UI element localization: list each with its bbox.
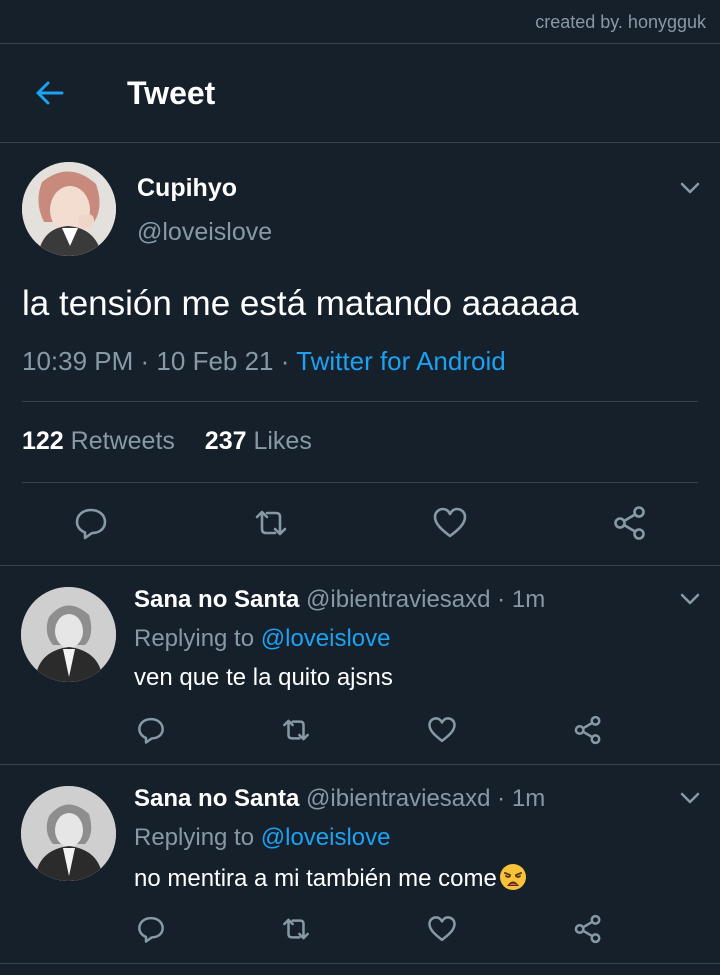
chevron-down-icon[interactable] [680, 181, 700, 195]
tweet-meta: 10:39 PM · 10 Feb 21 · Twitter for Andro… [22, 346, 506, 377]
mention-link[interactable]: @loveislove [261, 824, 391, 851]
retweet-label: Retweets [70, 427, 175, 455]
reply-text-content: no mentira a mi también me come [134, 865, 497, 892]
tweet-stats: 122 Retweets 237 Likes [22, 427, 312, 456]
reply-text: no mentira a mi también me come [134, 863, 527, 893]
reply-author-handle[interactable]: @ibientraviesaxd [306, 785, 490, 812]
avatar[interactable] [21, 786, 116, 881]
replying-to-label: Replying to [134, 625, 255, 652]
page-title: Tweet [127, 75, 216, 111]
heart-icon[interactable] [427, 715, 457, 745]
replying-to-label: Replying to [134, 824, 255, 851]
retweets-stat[interactable]: 122 Retweets [22, 427, 175, 455]
reply-icon[interactable] [136, 715, 166, 745]
reply-header: Sana no Santa @ibientraviesaxd · 1m [134, 586, 545, 614]
avatar[interactable] [22, 162, 116, 256]
credit-text: created by. honygguk [535, 12, 706, 32]
retweet-icon[interactable] [253, 505, 289, 541]
divider [22, 401, 698, 402]
author-handle[interactable]: @loveislove [137, 218, 272, 247]
share-icon[interactable] [573, 715, 603, 745]
divider [0, 142, 720, 143]
author-name[interactable]: Cupihyo [137, 174, 237, 203]
tweet-source-link[interactable]: Twitter for Android [296, 346, 506, 376]
meta-separator: · [497, 785, 506, 812]
chevron-down-icon[interactable] [680, 791, 700, 805]
avatar[interactable] [21, 587, 116, 682]
avatar-photo [21, 587, 116, 682]
reply-time: 1m [511, 785, 546, 812]
heart-icon[interactable] [432, 505, 468, 541]
top-bar: Tweet [0, 44, 720, 142]
mention-link[interactable]: @loveislove [261, 625, 391, 652]
share-icon[interactable] [573, 914, 603, 944]
divider [0, 963, 720, 964]
reply-time: 1m [511, 586, 546, 613]
divider [0, 764, 720, 765]
avatar-photo [22, 162, 116, 256]
back-arrow-icon[interactable] [34, 80, 64, 106]
reply-text: ven que te la quito ajsns [134, 664, 393, 691]
meta-separator: · [140, 346, 157, 376]
reply-icon[interactable] [73, 505, 109, 541]
retweet-count: 122 [22, 427, 64, 455]
divider [0, 565, 720, 566]
share-icon[interactable] [612, 505, 648, 541]
divider [22, 482, 698, 483]
like-count: 237 [204, 427, 247, 455]
weary-face-emoji-icon [499, 864, 526, 890]
chevron-down-icon[interactable] [680, 592, 700, 606]
reply-header: Sana no Santa @ibientraviesaxd · 1m [134, 785, 545, 813]
heart-icon[interactable] [427, 914, 457, 944]
reply-author-handle[interactable]: @ibientraviesaxd [306, 586, 490, 613]
replying-to: Replying to @loveislove [134, 625, 391, 653]
meta-separator: · [497, 586, 506, 613]
like-label: Likes [253, 427, 312, 455]
reply-icon[interactable] [136, 914, 166, 944]
replying-to: Replying to @loveislove [134, 824, 391, 852]
tweet-date: 10 Feb 21 [156, 346, 274, 376]
tweet-time: 10:39 PM [22, 346, 134, 376]
likes-stat[interactable]: 237 Likes [205, 427, 312, 455]
reply-author-name[interactable]: Sana no Santa [134, 785, 299, 812]
avatar-photo [21, 786, 116, 881]
retweet-icon[interactable] [281, 914, 311, 944]
meta-separator: · [280, 346, 297, 376]
retweet-icon[interactable] [281, 715, 311, 745]
tweet-text: la tensión me está matando aaaaaa [22, 284, 579, 323]
reply-author-name[interactable]: Sana no Santa [134, 586, 299, 613]
